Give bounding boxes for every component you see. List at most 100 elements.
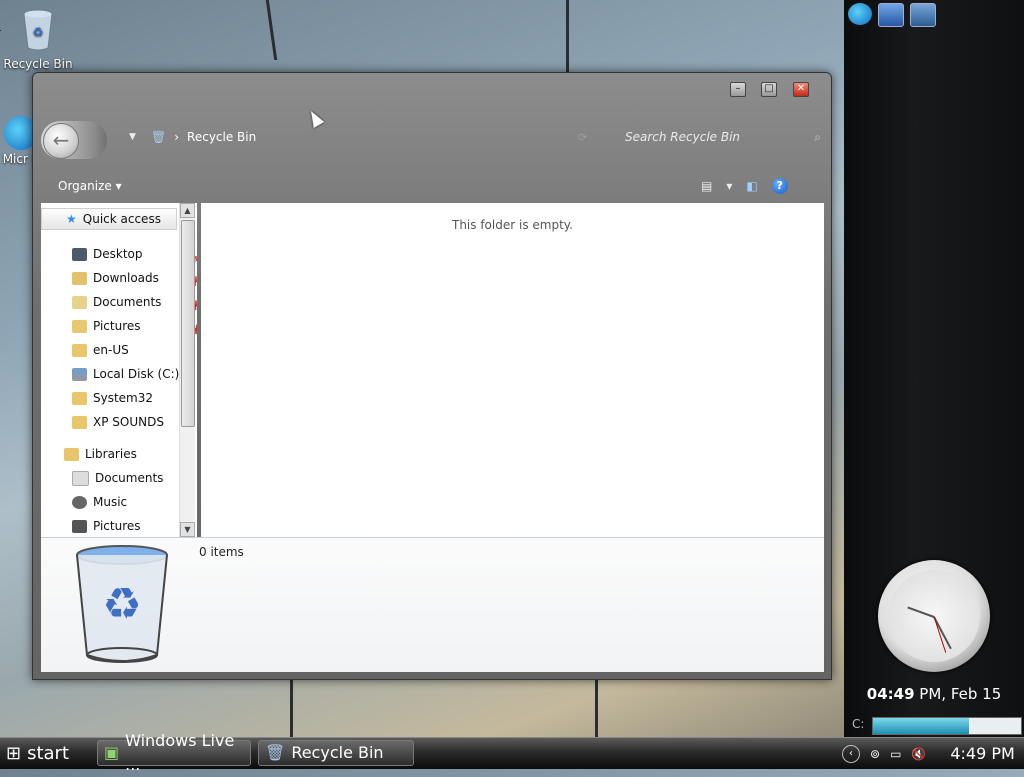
drive-label: C: [852,717,865,731]
search-icon[interactable]: ⌕ [814,130,821,145]
nav-item-label: Documents [95,471,164,485]
edge-icon[interactable] [848,3,872,25]
navigation-pane: ★ Quick access Desktop📌 Downloads📌 Docum… [41,203,197,537]
sidebar-toolbar [848,3,936,27]
downloads-folder-icon [72,271,87,285]
minimize-button[interactable]: – [730,82,746,97]
preview-pane-icon[interactable]: ◧ [746,179,757,193]
nav-item-label: Downloads [93,271,159,285]
nav-item-downloads[interactable]: Downloads📌 [72,267,197,289]
close-button[interactable]: ✕ [793,82,809,97]
back-arrow-icon: ← [43,123,79,159]
nav-library-pictures[interactable]: Pictures [72,515,141,537]
nav-item-label: Desktop [93,247,143,261]
volume-muted-icon[interactable]: 🔇 [911,747,926,761]
desktop-icon-recycle-bin[interactable]: ♻ Recycle Bin [3,8,73,71]
desktop-icon[interactable] [878,3,904,27]
taskbar-button-windows-live[interactable]: ▣ Windows Live ... [97,731,251,774]
tray-clock[interactable]: 4:49 PM [950,744,1014,763]
recycle-bin-icon: ♻ [23,9,53,51]
nav-item-en-us[interactable]: en-US [72,339,129,361]
change-view-icon[interactable]: ▤ [701,179,712,193]
background-line [0,30,1,31]
switch-windows-icon[interactable] [910,3,936,27]
folder-icon [72,391,87,405]
local-disk-icon [72,367,87,381]
recent-locations-dropdown[interactable]: ▼ [129,132,136,142]
libraries-icon [64,447,79,461]
start-label: start [27,743,70,764]
recycle-bin-window[interactable]: – □ ✕ ← ▼ 🗑 › Recycle Bin ⟳ Search Recyc… [32,72,832,680]
sidebar-time-suffix: PM, Feb 15 [919,685,1002,703]
view-options-dropdown[interactable]: ▾ [726,179,732,193]
nav-item-xp-sounds[interactable]: XP SOUNDS [72,411,164,433]
pictures-folder-icon [72,319,87,333]
folder-icon [72,415,87,429]
system-tray: ‹ ⊚ ▭ 🔇 4:49 PM [842,738,1015,769]
taskbar: ⊞ start ▣ Windows Live ... 🗑 Recycle Bin… [0,731,1024,774]
scroll-down-button[interactable]: ▼ [180,522,195,537]
nav-item-desktop[interactable]: Desktop📌 [72,243,197,265]
svg-text:♻: ♻ [33,25,44,39]
nav-item-local-disk[interactable]: Local Disk (C:) [72,363,179,385]
taskbar-button-recycle-bin[interactable]: 🗑 Recycle Bin [258,740,414,766]
desktop-icon-label: Recycle Bin [3,57,73,71]
desktop-folder-icon [72,247,87,261]
svg-text:♻: ♻ [102,579,141,630]
nav-item-label: Local Disk (C:) [93,367,180,381]
item-count: 0 items [199,545,244,559]
nav-library-documents[interactable]: Documents [72,467,163,489]
sidebar-time: 04:49 PM, Feb 15 [844,685,1024,703]
background-line [566,0,569,74]
nav-item-label: en-US [93,343,129,357]
organize-menu[interactable]: Organize ▾ [58,179,122,193]
scrollbar-thumb[interactable] [181,220,195,427]
network-icon[interactable]: ⊚ [870,747,880,761]
nav-item-documents[interactable]: Documents📌 [72,291,197,313]
nav-pane-scrollbar[interactable]: ▲ ▼ [179,203,195,537]
battery-icon[interactable]: ▭ [890,747,901,761]
sidebar: 04:49 PM, Feb 15 C: [844,0,1024,737]
nav-quick-access[interactable]: ★ Quick access [41,208,177,230]
nav-item-label: XP SOUNDS [93,415,164,429]
windows-logo-icon: ⊞ [6,743,22,764]
recycle-bin-icon: 🗑 [151,130,167,144]
nav-library-music[interactable]: Music [72,491,127,513]
nav-item-pictures[interactable]: Pictures📌 [72,315,197,337]
documents-folder-icon [72,295,87,309]
nav-item-label: Music [93,495,128,509]
drive-usage-fill [873,718,970,734]
background-line [265,0,278,60]
background-line [595,678,598,738]
search-placeholder: Search Recycle Bin [625,130,741,144]
help-icon[interactable]: ? [771,178,788,194]
drive-usage-bar [872,717,1022,735]
nav-libraries[interactable]: Libraries [64,443,137,465]
taskbar-button-label: Recycle Bin [291,743,384,762]
refresh-icon[interactable]: ⟳ [578,131,587,144]
back-button[interactable]: ← [41,121,107,159]
file-list-pane[interactable]: This folder is empty. [201,203,824,537]
nav-item-label: Libraries [85,447,137,461]
organize-label: Organize [58,179,112,193]
star-icon: ★ [66,212,77,226]
nav-item-label: System32 [93,391,154,405]
pictures-library-icon [72,519,87,533]
details-pane: ♻ 0 items [41,537,824,672]
analog-clock [878,560,990,672]
address-bar[interactable]: 🗑 › Recycle Bin [151,130,256,144]
taskbar-button-label: Windows Live ... [125,731,235,774]
breadcrumb-location[interactable]: Recycle Bin [187,130,256,144]
recycle-bin-large-icon: ♻ [76,545,168,663]
folder-icon [72,343,87,357]
empty-folder-message: This folder is empty. [452,218,573,232]
windows-live-icon: ▣ [104,743,120,762]
start-button[interactable]: ⊞ start [0,738,88,769]
music-library-icon [72,495,87,509]
search-input[interactable]: Search Recycle Bin ⌕ [625,130,821,144]
nav-item-system32[interactable]: System32 [72,387,153,409]
scroll-up-button[interactable]: ▲ [180,203,195,218]
show-hidden-icons-icon[interactable]: ‹ [842,744,860,763]
maximize-button[interactable]: □ [761,82,777,97]
sidebar-time-hour: 04:49 [866,685,915,703]
